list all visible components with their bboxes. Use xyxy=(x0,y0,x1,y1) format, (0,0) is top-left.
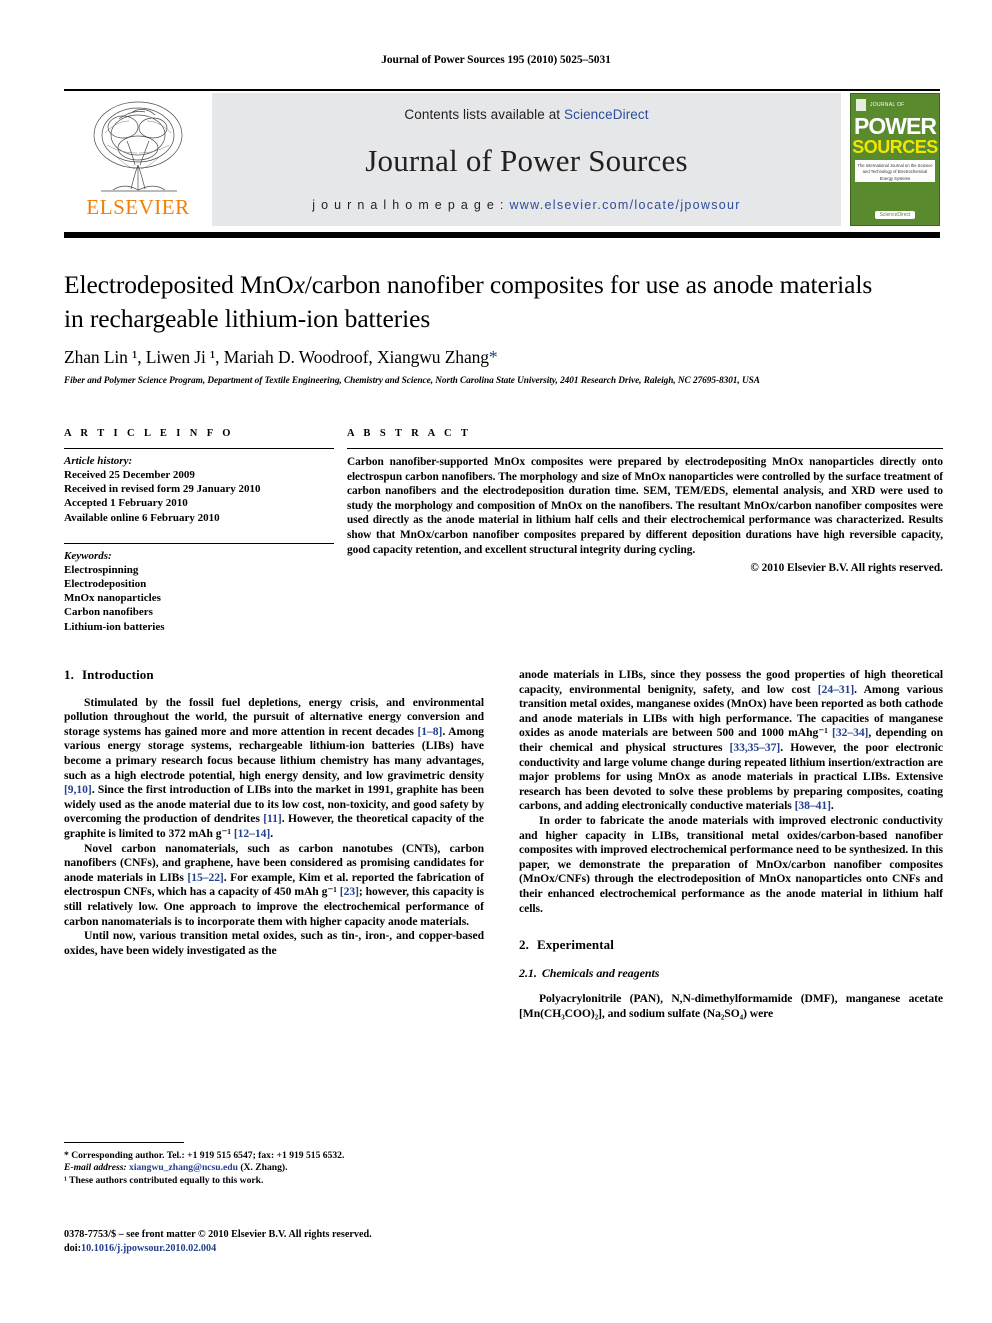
author-affiliation: Fiber and Polymer Science Program, Depar… xyxy=(64,376,760,386)
title-subscript-x: x xyxy=(293,270,305,299)
article-info-heading: A R T I C L E I N F O xyxy=(64,428,234,439)
citation-ref[interactable]: [24–31] xyxy=(818,683,854,696)
contents-prefix: Contents lists available at xyxy=(404,107,565,122)
cover-badge-row: ScienceDirect xyxy=(851,211,939,219)
paper-page: Journal of Power Sources 195 (2010) 5025… xyxy=(0,0,992,1323)
title-part-b: /carbon nanofiber composites for use as … xyxy=(304,270,873,299)
email-address-label: E-mail address: xyxy=(64,1162,127,1174)
section-number: 1. xyxy=(64,667,74,682)
article-history-label: Article history: xyxy=(64,455,133,467)
citation-ref[interactable]: [23] xyxy=(340,885,359,898)
homepage-label: j o u r n a l h o m e p a g e : xyxy=(312,198,510,212)
keyword-item: Lithium-ion batteries xyxy=(64,620,165,633)
homepage-url-link[interactable]: www.elsevier.com/locate/jpowsour xyxy=(509,198,740,212)
citation-ref[interactable]: [33,35–37] xyxy=(730,741,781,754)
section-heading-introduction: 1. Introduction xyxy=(64,667,484,683)
abstract-text: Carbon nanofiber-supported MnOx composit… xyxy=(347,456,943,556)
imprint-front-matter: 0378-7753/$ – see front matter © 2010 El… xyxy=(64,1229,372,1240)
intro-paragraph-4: In order to fabricate the anode material… xyxy=(519,813,943,915)
section-number: 2. xyxy=(519,937,529,953)
cover-sources-word: SOURCES xyxy=(852,137,938,157)
email-owner: (X. Zhang). xyxy=(237,1162,288,1174)
footnote-separator-rule xyxy=(64,1142,184,1143)
article-title: Electrodeposited MnOx/carbon nanofiber c… xyxy=(64,268,944,336)
elsevier-tree-icon xyxy=(93,101,183,192)
article-info-block: A R T I C L E I N F O Article history: R… xyxy=(64,428,334,634)
intro-paragraph-1: Stimulated by the fossil fuel depletions… xyxy=(64,696,484,842)
section-title: Experimental xyxy=(536,937,614,953)
cover-power-word: POWER xyxy=(854,113,937,139)
author-list: Zhan Lin ¹, Liwen Ji ¹, Mariah D. Woodro… xyxy=(64,347,944,368)
author-names: Zhan Lin ¹, Liwen Ji ¹, Mariah D. Woodro… xyxy=(64,347,489,367)
text-run: . xyxy=(270,826,274,840)
keyword-item: MnOx nanoparticles xyxy=(64,592,161,605)
chemicals-paragraph-1: Polyacrylonitrile (PAN), N,N-dimethylfor… xyxy=(519,992,943,1020)
keyword-item: Electrodeposition xyxy=(64,578,147,591)
footnote-equal-contribution: ¹ These authors contributed equally to t… xyxy=(64,1174,264,1186)
section-title: Introduction xyxy=(81,667,154,682)
doi-link[interactable]: 10.1016/j.jpowsour.2010.02.004 xyxy=(81,1243,216,1254)
imprint-doi: doi:10.1016/j.jpowsour.2010.02.004 xyxy=(64,1242,524,1256)
imprint-block: 0378-7753/$ – see front matter © 2010 El… xyxy=(64,1228,524,1255)
footnote-email: E-mail address: xiangwu_zhang@ncsu.edu (… xyxy=(64,1162,484,1174)
subsection-number: 2.1. xyxy=(519,965,537,980)
running-head: Journal of Power Sources 195 (2010) 5025… xyxy=(381,54,611,66)
text-run: . xyxy=(830,799,834,813)
cover-sciencedirect-badge: ScienceDirect xyxy=(874,211,916,219)
header-divider-rule xyxy=(64,232,940,238)
sciencedirect-link[interactable]: ScienceDirect xyxy=(564,107,649,122)
cover-journal-of-label: JOURNAL OF xyxy=(870,101,905,108)
citation-ref[interactable]: [15–22] xyxy=(187,871,223,884)
journal-homepage-line: j o u r n a l h o m e p a g e : www.else… xyxy=(312,198,741,212)
contents-available-line: Contents lists available at ScienceDirec… xyxy=(404,107,648,122)
doi-prefix: doi: xyxy=(64,1242,81,1254)
elsevier-wordmark: ELSEVIER xyxy=(86,195,190,219)
history-revised: Received in revised form 29 January 2010 xyxy=(64,483,261,496)
citation-ref[interactable]: [9,10] xyxy=(64,783,92,796)
cover-mini-icon xyxy=(856,99,866,111)
corresponding-author-marker: * xyxy=(488,347,498,367)
article-info-rule-mid xyxy=(64,542,334,544)
journal-band: Contents lists available at ScienceDirec… xyxy=(212,93,841,226)
cover-tagline: The International Journal on the Science… xyxy=(855,160,935,182)
keyword-item: Carbon nanofibers xyxy=(64,606,153,619)
history-accepted: Accepted 1 February 2010 xyxy=(64,497,188,510)
intro-paragraph-3: Until now, various transition metal oxid… xyxy=(64,929,484,957)
abstract-heading: A B S T R A C T xyxy=(347,428,472,439)
citation-ref[interactable]: [12–14] xyxy=(234,827,270,840)
footnote-corresponding-author: * Corresponding author. Tel.: +1 919 515… xyxy=(64,1150,345,1161)
body-column-right: anode materials in LIBs, since they poss… xyxy=(519,668,943,1021)
section-heading-experimental: 2. Experimental xyxy=(519,937,943,953)
cover-topbar: JOURNAL OF xyxy=(856,98,934,112)
abstract-rule xyxy=(347,448,943,449)
journal-masthead: ELSEVIER Contents lists available at Sci… xyxy=(64,89,940,226)
abstract-copyright: © 2010 Elsevier B.V. All rights reserved… xyxy=(750,562,943,575)
elsevier-logo: ELSEVIER xyxy=(64,93,212,226)
abstract-block: A B S T R A C T Carbon nanofiber-support… xyxy=(347,428,943,574)
article-info-rule-top xyxy=(64,448,334,449)
keywords-label: Keywords: xyxy=(64,549,112,562)
citation-ref[interactable]: [32–34] xyxy=(832,726,868,739)
citation-ref[interactable]: [1–8] xyxy=(417,725,442,738)
history-received: Received 25 December 2009 xyxy=(64,469,195,481)
footnote-block: * Corresponding author. Tel.: +1 919 515… xyxy=(64,1142,484,1187)
title-line-2: in rechargeable lithium-ion batteries xyxy=(64,304,431,333)
journal-title: Journal of Power Sources xyxy=(365,142,688,178)
history-online: Available online 6 February 2010 xyxy=(64,511,220,524)
title-part-a: Electrodeposited MnO xyxy=(64,270,294,299)
body-column-left: 1. Introduction Stimulated by the fossil … xyxy=(64,667,484,958)
email-link[interactable]: xiangwu_zhang@ncsu.edu xyxy=(129,1162,238,1173)
intro-paragraph-1-cont: anode materials in LIBs, since they poss… xyxy=(519,668,943,814)
intro-paragraph-2: Novel carbon nanomaterials, such as carb… xyxy=(64,842,484,930)
keyword-item: Electrospinning xyxy=(64,563,139,576)
citation-ref[interactable]: [11] xyxy=(263,812,282,825)
citation-ref[interactable]: [38–41] xyxy=(795,799,831,812)
subsection-title: Chemicals and reagents xyxy=(541,965,660,980)
subsection-heading-chemicals: 2.1. Chemicals and reagents xyxy=(519,966,943,981)
journal-cover-thumbnail: JOURNAL OF POWER SOURCES The Internation… xyxy=(850,93,940,226)
